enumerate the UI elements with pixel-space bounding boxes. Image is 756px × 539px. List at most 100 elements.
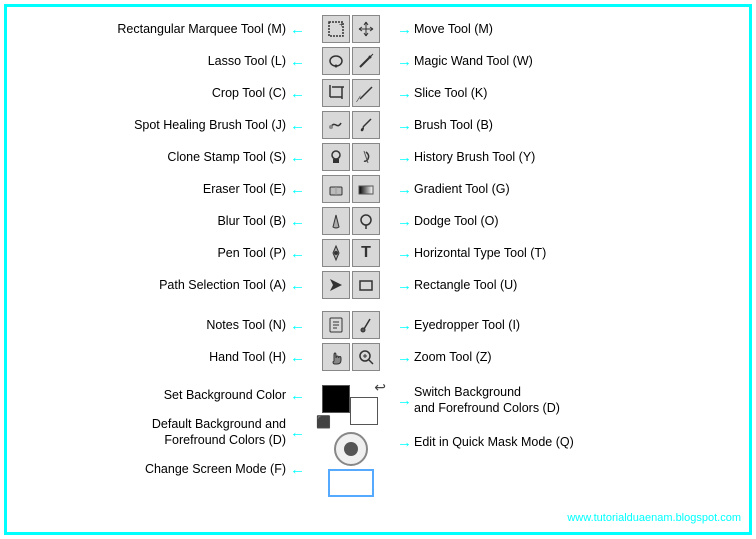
- label-histbrush: History Brush Tool (Y): [414, 149, 535, 165]
- arrow-crop: ←: [288, 85, 307, 102]
- label-eye: Eyedropper Tool (I): [414, 317, 520, 333]
- label-slice: Slice Tool (K): [414, 85, 487, 101]
- row-rect: → Rectangle Tool (U): [395, 269, 743, 301]
- foreground-color-swatch[interactable]: [322, 385, 350, 413]
- arrow-clone: ←: [288, 149, 307, 166]
- icons-blur: [307, 205, 395, 237]
- icon-stamp[interactable]: [322, 143, 350, 171]
- label-default-colors: Default Background andForefround Colors …: [13, 416, 288, 449]
- row-path: Path Selection Tool (A) ←: [13, 269, 307, 301]
- label-screen-mode: Change Screen Mode (F): [13, 461, 288, 477]
- row-type: → Horizontal Type Tool (T): [395, 237, 743, 269]
- icons-healing: [307, 109, 395, 141]
- row-zoom: → Zoom Tool (Z): [395, 341, 743, 373]
- label-move: Move Tool (M): [414, 21, 493, 37]
- arrow-quick-mask: →: [395, 434, 414, 451]
- label-rect: Rectangle Tool (U): [414, 277, 517, 293]
- screen-mode-area: [307, 467, 395, 499]
- arrow-switch-bg: →: [395, 392, 414, 409]
- icon-histbrush[interactable]: [352, 143, 380, 171]
- quick-mask-area: [307, 431, 395, 467]
- color-swatches: ↩ ⬛: [316, 379, 386, 429]
- label-wand: Magic Wand Tool (W): [414, 53, 533, 69]
- arrow-path: ←: [288, 277, 307, 294]
- icon-healing[interactable]: [322, 111, 350, 139]
- icon-move[interactable]: [352, 15, 380, 43]
- arrow-brush: →: [395, 117, 414, 134]
- row-wand: → Magic Wand Tool (W): [395, 45, 743, 77]
- icon-brush[interactable]: [352, 111, 380, 139]
- label-switch-bg: Switch Backgroundand Forefround Colors (…: [414, 384, 560, 417]
- row-gradient: → Gradient Tool (G): [395, 173, 743, 205]
- arrow-move: →: [395, 21, 414, 38]
- label-brush: Brush Tool (B): [414, 117, 493, 133]
- label-marquee: Rectangular Marquee Tool (M): [13, 21, 288, 37]
- label-crop: Crop Tool (C): [13, 85, 288, 101]
- label-pen: Pen Tool (P): [13, 245, 288, 261]
- icon-notes[interactable]: [322, 311, 350, 339]
- row-eye: → Eyedropper Tool (I): [395, 309, 743, 341]
- icons-pen: T: [307, 237, 395, 269]
- label-notes: Notes Tool (N): [13, 317, 288, 333]
- arrow-eraser: ←: [288, 181, 307, 198]
- row-lasso: Lasso Tool (L) ←: [13, 45, 307, 77]
- svg-text:+: +: [339, 20, 344, 29]
- row-quick-mask: → Edit in Quick Mask Mode (Q): [395, 421, 743, 463]
- quick-mask-icon[interactable]: [334, 432, 368, 466]
- default-colors-icon[interactable]: ⬛: [316, 415, 331, 429]
- arrow-default-colors: ←: [288, 424, 307, 441]
- arrow-wand: →: [395, 53, 414, 70]
- label-zoom: Zoom Tool (Z): [414, 349, 492, 365]
- icon-zoom[interactable]: [352, 343, 380, 371]
- icon-hand[interactable]: [322, 343, 350, 371]
- screen-mode-icon[interactable]: [328, 469, 374, 497]
- arrow-hand: ←: [288, 349, 307, 366]
- layout: Rectangular Marquee Tool (M) ← Lasso Too…: [7, 7, 749, 532]
- label-path: Path Selection Tool (A): [13, 277, 288, 293]
- label-type: Horizontal Type Tool (T): [414, 245, 546, 261]
- icon-slice[interactable]: ∕: [352, 79, 380, 107]
- icon-marquee[interactable]: +: [322, 15, 350, 43]
- icon-dodge[interactable]: [352, 207, 380, 235]
- row-histbrush: → History Brush Tool (Y): [395, 141, 743, 173]
- icons-hand: [307, 341, 395, 373]
- label-gradient: Gradient Tool (G): [414, 181, 510, 197]
- row-blur: Blur Tool (B) ←: [13, 205, 307, 237]
- label-dodge: Dodge Tool (O): [414, 213, 499, 229]
- switch-colors-icon[interactable]: ↩: [374, 379, 386, 396]
- icon-eraser[interactable]: [322, 175, 350, 203]
- arrow-lasso: ←: [288, 53, 307, 70]
- icon-blur[interactable]: [322, 207, 350, 235]
- arrow-gradient: →: [395, 181, 414, 198]
- icon-pen[interactable]: [322, 239, 350, 267]
- icon-lasso[interactable]: [322, 47, 350, 75]
- row-hand: Hand Tool (H) ←: [13, 341, 307, 373]
- label-set-bg: Set Background Color: [13, 387, 288, 403]
- icon-rect[interactable]: [352, 271, 380, 299]
- icon-eyedropper[interactable]: [352, 311, 380, 339]
- icon-gradient[interactable]: [352, 175, 380, 203]
- label-lasso: Lasso Tool (L): [13, 53, 288, 69]
- left-section: Rectangular Marquee Tool (M) ← Lasso Too…: [7, 7, 307, 532]
- icon-path-arrow[interactable]: [322, 271, 350, 299]
- row-notes: Notes Tool (N) ←: [13, 309, 307, 341]
- row-move: → Move Tool (M): [395, 13, 743, 45]
- color-swatch-area: ↩ ⬛: [307, 377, 395, 431]
- arrow-dodge: →: [395, 213, 414, 230]
- row-slice: → Slice Tool (K): [395, 77, 743, 109]
- icons-marquee: +: [307, 13, 395, 45]
- label-clone: Clone Stamp Tool (S): [13, 149, 288, 165]
- icon-wand[interactable]: [352, 47, 380, 75]
- row-clone: Clone Stamp Tool (S) ←: [13, 141, 307, 173]
- arrow-notes: ←: [288, 317, 307, 334]
- main-container: Rectangular Marquee Tool (M) ← Lasso Too…: [4, 4, 752, 535]
- label-hand: Hand Tool (H): [13, 349, 288, 365]
- center-section: + ∕: [307, 7, 395, 532]
- label-healing: Spot Healing Brush Tool (J): [13, 117, 288, 133]
- arrow-healing: ←: [288, 117, 307, 134]
- row-brush: → Brush Tool (B): [395, 109, 743, 141]
- icon-type[interactable]: T: [352, 239, 380, 267]
- background-color-swatch[interactable]: [350, 397, 378, 425]
- arrow-set-bg: ←: [288, 387, 307, 404]
- icon-crop[interactable]: [322, 79, 350, 107]
